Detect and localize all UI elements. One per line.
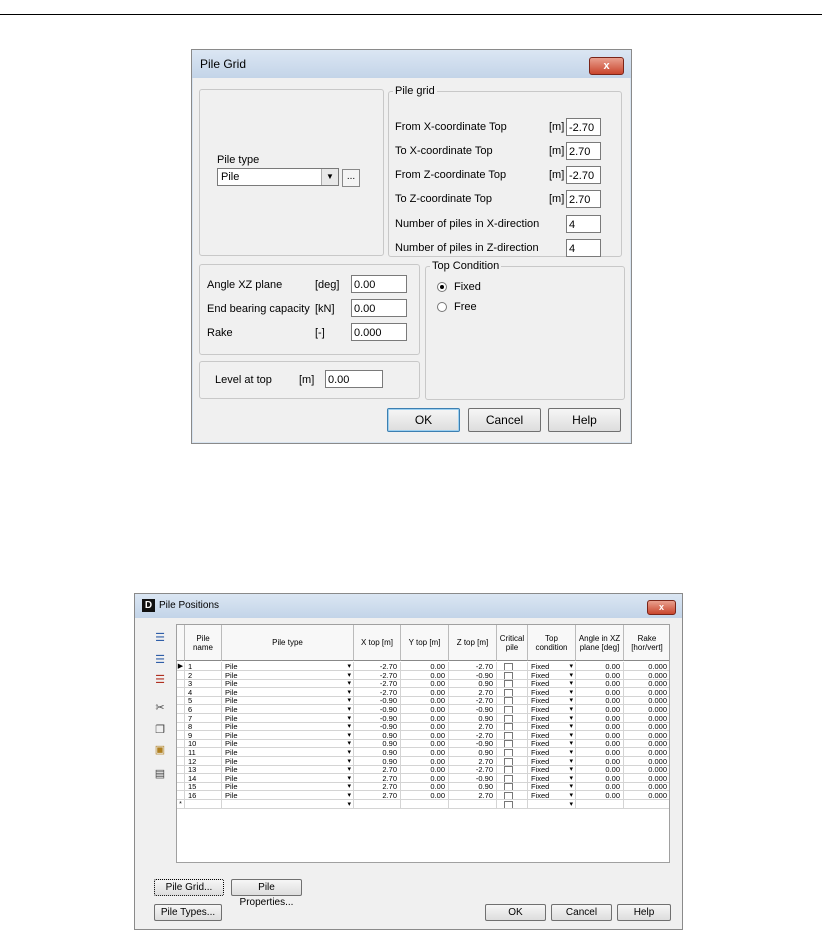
- ok-button[interactable]: OK: [485, 904, 546, 921]
- dialog-title: Pile Grid: [200, 57, 247, 71]
- insert-row-icon[interactable]: ☰: [150, 628, 170, 648]
- level-at-top-label: Level at top: [215, 374, 272, 386]
- row-selector-header: [177, 625, 185, 661]
- close-icon: x: [658, 602, 664, 612]
- copy-icon[interactable]: ❐: [150, 720, 170, 740]
- row-toolbar: ☰ ☰ ☰ ✂ ❐ ▣ ▤: [150, 624, 174, 864]
- cell-x[interactable]: [354, 799, 401, 809]
- grid-field-input[interactable]: 4: [566, 215, 601, 233]
- critical-pile-checkbox[interactable]: [497, 799, 528, 809]
- property-input[interactable]: 0.00: [351, 275, 407, 293]
- property-unit: [-]: [315, 327, 325, 339]
- property-label: Rake: [207, 327, 233, 339]
- property-label: Angle XZ plane: [207, 279, 283, 291]
- grid-field-unit: [m]: [549, 193, 565, 205]
- pile-type-value: Pile: [221, 171, 240, 183]
- row-selector: *: [177, 799, 185, 809]
- pile-type-group: Pile type Pile ▼ ...: [199, 89, 384, 256]
- property-unit: [deg]: [315, 279, 340, 291]
- grid-field-label: To X-coordinate Top: [395, 145, 493, 157]
- cell-z[interactable]: [449, 799, 497, 809]
- grid-field-input[interactable]: 4: [566, 239, 601, 257]
- close-button[interactable]: x: [647, 600, 676, 615]
- cell-type[interactable]: [222, 799, 354, 809]
- level-at-top-input[interactable]: 0.00: [325, 370, 383, 388]
- property-input[interactable]: 0.000: [351, 323, 407, 341]
- paste-icon[interactable]: ▣: [150, 740, 170, 760]
- pile-grid-dialog: Pile Grid x Pile type Pile ▼ ... Pile gr…: [191, 49, 632, 444]
- pile-grid-button[interactable]: Pile Grid...: [154, 879, 224, 896]
- column-header[interactable]: Angle in XZ plane [deg]: [576, 625, 624, 661]
- property-unit: [kN]: [315, 303, 335, 315]
- help-button[interactable]: Help: [617, 904, 671, 921]
- title-bar: D Pile Positions x: [135, 594, 682, 618]
- grid-field-label: From X-coordinate Top: [395, 121, 507, 133]
- grid-field-input[interactable]: 2.70: [566, 142, 601, 160]
- top-condition-title: Top Condition: [430, 260, 502, 272]
- property-label: End bearing capacity: [207, 303, 310, 315]
- close-button[interactable]: x: [589, 57, 624, 75]
- column-header[interactable]: Pile type: [222, 625, 354, 661]
- grid-field-unit: [m]: [549, 169, 565, 181]
- cell-name[interactable]: [185, 799, 222, 809]
- grid-field-input[interactable]: 2.70: [566, 190, 601, 208]
- cell-angle[interactable]: [576, 799, 624, 809]
- grid-field-unit: [m]: [549, 145, 565, 157]
- grid-field-label: Number of piles in Z-direction: [395, 242, 539, 254]
- pile-properties-button[interactable]: Pile Properties...: [231, 879, 302, 908]
- app-icon: D: [142, 599, 155, 612]
- grid-field-input[interactable]: -2.70: [566, 166, 601, 184]
- add-row-icon[interactable]: ☰: [150, 650, 170, 670]
- pile-types-button[interactable]: Pile Types...: [154, 904, 222, 921]
- checkbox-box[interactable]: [504, 800, 513, 808]
- pile-positions-table: Pile name Pile type X top [m] Y top [m] Z to…: [176, 624, 670, 863]
- chevron-down-icon: ▼: [321, 169, 338, 185]
- pile-positions-window: D Pile Positions x ☰ ☰ ☰ ✂ ❐ ▣ ▤ Pile na…: [134, 593, 683, 930]
- column-header[interactable]: Z top [m]: [449, 625, 497, 661]
- level-unit: [m]: [299, 374, 315, 386]
- column-header[interactable]: Y top [m]: [401, 625, 449, 661]
- title-bar: Pile Grid x: [192, 50, 631, 78]
- cancel-button[interactable]: Cancel: [468, 408, 541, 432]
- column-header[interactable]: Rake [hor/vert]: [624, 625, 669, 661]
- pile-type-select[interactable]: Pile ▼: [217, 168, 339, 186]
- cell-y[interactable]: [401, 799, 449, 809]
- grid-field-label: From Z-coordinate Top: [395, 169, 507, 181]
- cut-icon[interactable]: ✂: [150, 698, 170, 718]
- cancel-button[interactable]: Cancel: [551, 904, 612, 921]
- paste-special-icon[interactable]: ▤: [150, 764, 170, 784]
- grid-field-label: To Z-coordinate Top: [395, 193, 493, 205]
- pile-type-browse-button[interactable]: ...: [342, 169, 360, 187]
- column-header[interactable]: X top [m]: [354, 625, 401, 661]
- grid-field-unit: [m]: [549, 121, 565, 133]
- property-input[interactable]: 0.00: [351, 299, 407, 317]
- table-new-row[interactable]: *: [177, 799, 669, 809]
- top-condition-free-label[interactable]: Free: [454, 301, 477, 313]
- cell-cond[interactable]: [528, 799, 576, 809]
- top-condition-fixed-radio[interactable]: [437, 282, 447, 292]
- grid-field-label: Number of piles in X-direction: [395, 218, 540, 230]
- grid-field-input[interactable]: -2.70: [566, 118, 601, 136]
- top-condition-free-radio[interactable]: [437, 302, 447, 312]
- page-top-rule: [0, 14, 822, 15]
- pile-grid-group-title: Pile grid: [393, 85, 437, 97]
- top-condition-fixed-label[interactable]: Fixed: [454, 281, 481, 293]
- ok-button[interactable]: OK: [387, 408, 460, 432]
- column-header[interactable]: Top condition: [528, 625, 576, 661]
- help-button[interactable]: Help: [548, 408, 621, 432]
- window-title: Pile Positions: [159, 600, 220, 611]
- cell-rake[interactable]: [624, 800, 669, 809]
- delete-row-icon[interactable]: ☰: [150, 670, 170, 690]
- column-header[interactable]: Critical pile: [497, 625, 528, 661]
- pile-type-label: Pile type: [217, 154, 260, 166]
- close-icon: x: [603, 60, 610, 72]
- column-header[interactable]: Pile name: [185, 625, 222, 661]
